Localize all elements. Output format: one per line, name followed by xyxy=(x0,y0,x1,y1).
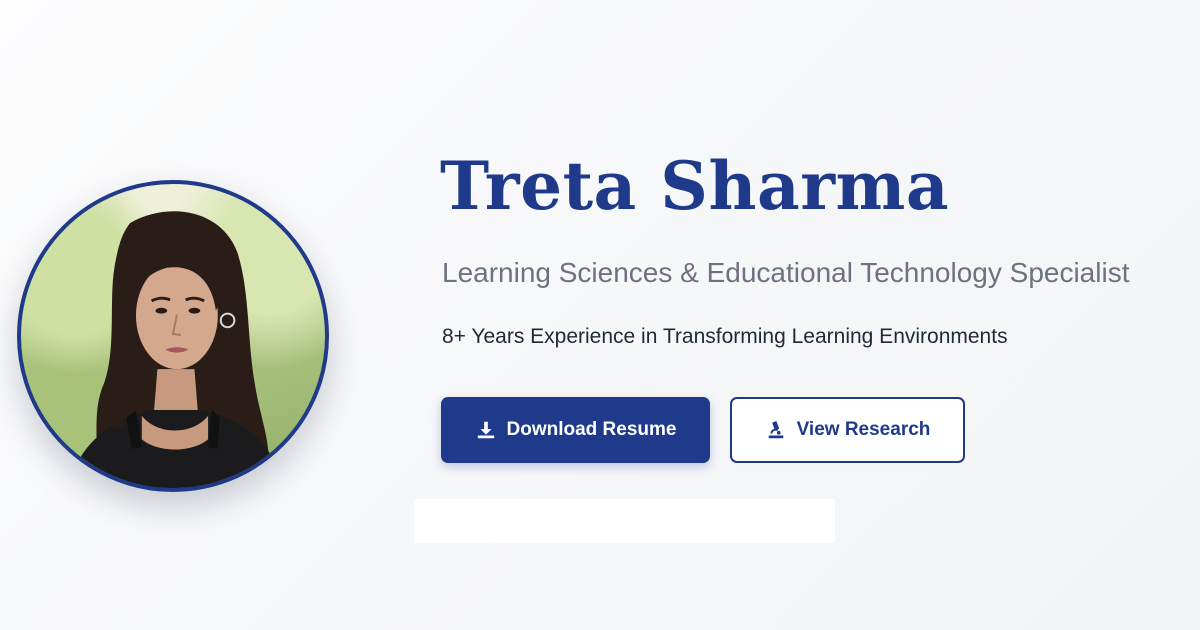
view-research-label: View Research xyxy=(796,419,931,440)
download-icon xyxy=(475,419,497,441)
download-resume-button[interactable]: Download Resume xyxy=(441,397,710,463)
profile-title: Learning Sciences & Educational Technolo… xyxy=(442,257,1130,288)
download-resume-label: Download Resume xyxy=(506,419,677,440)
experience-tagline: 8+ Years Experience in Transforming Lear… xyxy=(442,325,1008,348)
view-research-button[interactable]: View Research xyxy=(730,397,965,463)
microscope-icon xyxy=(765,419,787,441)
profile-photo xyxy=(17,180,329,492)
profile-name: Treta Sharma xyxy=(440,147,950,225)
portrait-illustration xyxy=(67,211,285,488)
blank-panel xyxy=(414,499,835,543)
